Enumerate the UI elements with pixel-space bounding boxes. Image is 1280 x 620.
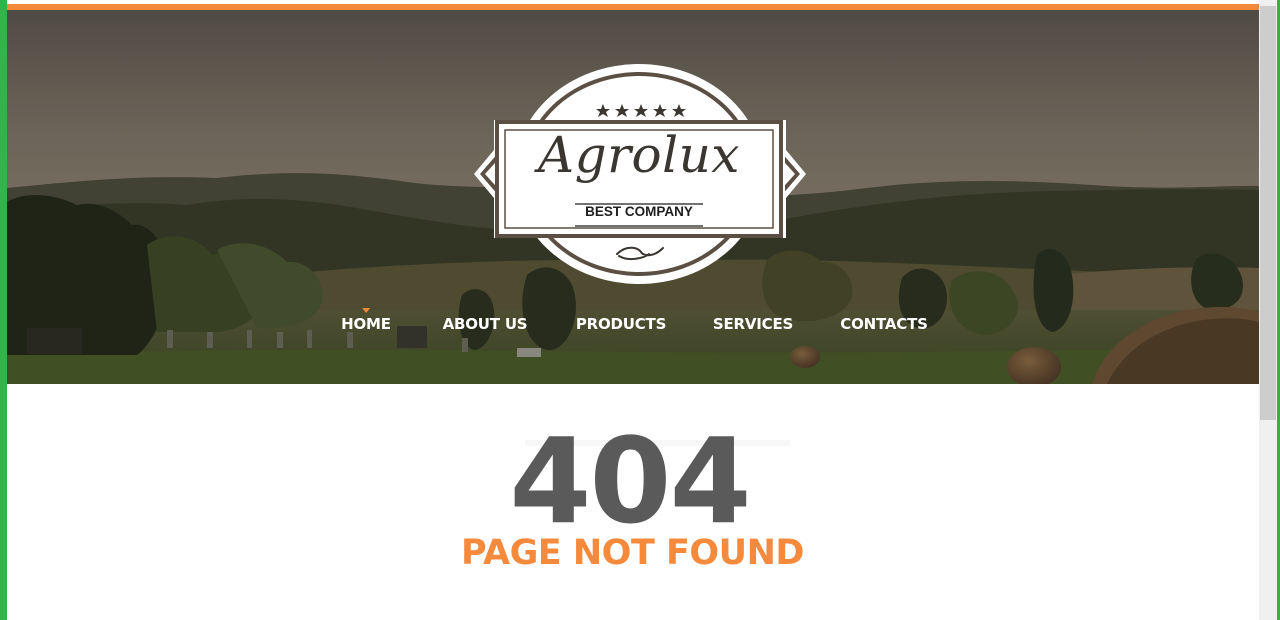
nav-item-label: PRODUCTS bbox=[575, 315, 667, 333]
logo-tagline: BEST COMPANY bbox=[585, 204, 693, 219]
nav-item-home[interactable]: HOME bbox=[341, 308, 391, 333]
nav-item-label: ABOUT US bbox=[442, 315, 528, 333]
error-code: 404 bbox=[509, 412, 751, 550]
nav-item-label: CONTACTS bbox=[840, 315, 928, 333]
hero-header: Agrolux BEST COMPANY HOME ABOUT US PRODU… bbox=[7, 10, 1259, 384]
logo-title: Agrolux bbox=[537, 126, 740, 184]
nav-item-services[interactable]: SERVICES bbox=[713, 315, 793, 333]
nav-item-label: SERVICES bbox=[712, 315, 794, 333]
site-logo[interactable]: Agrolux BEST COMPANY bbox=[469, 62, 809, 286]
nav-item-about-us[interactable]: ABOUT US bbox=[443, 315, 528, 333]
nav-item-products[interactable]: PRODUCTS bbox=[575, 315, 667, 333]
error-message: PAGE NOT FOUND bbox=[461, 533, 804, 573]
nav-item-label: HOME bbox=[341, 315, 391, 333]
active-indicator-caret-icon bbox=[362, 308, 370, 313]
nav-item-contacts[interactable]: CONTACTS bbox=[840, 315, 928, 333]
scrollbar-thumb[interactable] bbox=[1260, 6, 1276, 420]
main-navigation: HOME ABOUT US PRODUCTS SERVICES CONTACTS bbox=[7, 308, 1259, 345]
